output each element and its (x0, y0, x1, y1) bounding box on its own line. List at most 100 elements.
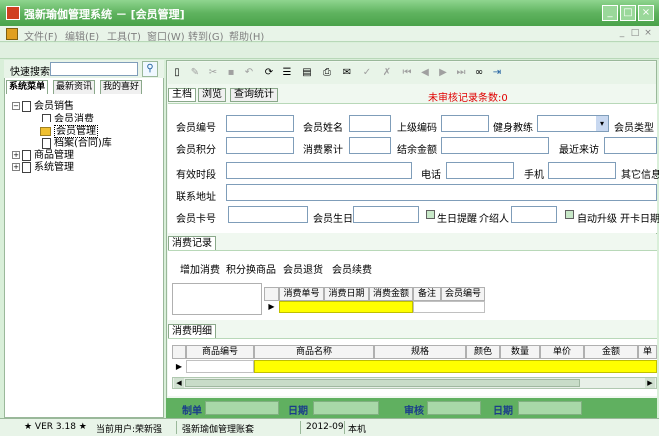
auto-upgrade-checkbox[interactable] (565, 210, 574, 219)
balance-input[interactable] (441, 137, 549, 154)
col-consume-no[interactable]: 消费单号 (279, 287, 324, 301)
col-consume-date[interactable]: 消费日期 (324, 287, 369, 301)
tab-latest-news[interactable]: 最新资讯 (53, 80, 96, 94)
export-icon[interactable]: ✉ (340, 66, 354, 80)
points-input[interactable] (226, 137, 294, 154)
maximize-button[interactable]: □ (620, 5, 636, 21)
tab-consume-detail[interactable]: 消费明细 (168, 324, 216, 338)
address-label: 联系地址 (176, 192, 216, 203)
mobile-input[interactable] (548, 162, 616, 179)
tree-node-system[interactable]: + 系统管理 (12, 158, 74, 173)
col-color[interactable]: 颜色 (466, 345, 500, 359)
tab-browse[interactable]: 浏览 (198, 88, 226, 102)
tab-consume-records[interactable]: 消费记录 (168, 236, 216, 250)
consume-row-cell-blank[interactable] (413, 301, 485, 313)
delete-icon[interactable]: ✂ (206, 66, 220, 80)
quick-search-input[interactable] (50, 62, 138, 76)
audit-icon[interactable]: ✓ (360, 66, 374, 80)
row-pointer-icon: ▶ (268, 302, 275, 311)
preview-icon[interactable]: ▤ (300, 66, 314, 80)
expand-icon[interactable]: + (12, 163, 20, 171)
mdi-restore-button[interactable]: □ (630, 28, 640, 39)
points-exchange-link[interactable]: 积分换商品 (226, 261, 276, 276)
total-spent-input[interactable] (349, 137, 391, 154)
first-record-icon[interactable]: ⏮ (400, 66, 414, 80)
col-qty[interactable]: 数量 (500, 345, 540, 359)
coach-select[interactable]: ▾ (537, 115, 609, 132)
scroll-right-icon[interactable]: ▶ (645, 378, 655, 388)
birthday-input[interactable] (353, 206, 419, 223)
menu-edit[interactable]: 编辑(E) (65, 28, 99, 43)
detail-cell-goods-no[interactable] (186, 360, 254, 373)
maker-field[interactable] (205, 401, 279, 415)
col-unit[interactable]: 单 (638, 345, 657, 359)
refresh-icon[interactable]: ⟳ (262, 66, 276, 80)
menu-goto[interactable]: 转到(G) (188, 28, 224, 43)
birthday-remind-checkbox[interactable] (426, 210, 435, 219)
upper-code-input[interactable] (441, 115, 489, 132)
print-icon[interactable]: ⎙ (320, 66, 334, 80)
member-renew-link[interactable]: 会员续费 (332, 261, 372, 276)
menu-file[interactable]: 文件(F) (24, 28, 58, 43)
menu-window[interactable]: 窗口(W) (147, 28, 185, 43)
minimize-button[interactable]: _ (602, 5, 618, 21)
list-icon[interactable]: ☰ (280, 66, 294, 80)
horizontal-scrollbar[interactable]: ◀ ▶ (172, 377, 657, 389)
card-no-input[interactable] (228, 206, 308, 223)
open-date-label: 开卡日期 (620, 214, 659, 225)
col-spec[interactable]: 规格 (374, 345, 466, 359)
referrer-input[interactable] (511, 206, 557, 223)
mdi-window-icon[interactable] (6, 28, 18, 40)
upper-code-label: 上级编码 (397, 123, 437, 134)
phone-input[interactable] (446, 162, 514, 179)
find-icon[interactable]: ∞ (472, 66, 486, 80)
undo-icon[interactable]: ↶ (242, 66, 256, 80)
other-info-label: 其它信息 (621, 170, 659, 181)
tab-favorites[interactable]: 我的喜好 (100, 80, 143, 94)
audit-field[interactable] (427, 401, 481, 415)
member-return-link[interactable]: 会员退货 (283, 261, 323, 276)
tab-query-stats[interactable]: 查询统计 (230, 88, 278, 102)
col-remark[interactable]: 备注 (413, 287, 441, 301)
mdi-minimize-button[interactable]: _ (617, 28, 627, 39)
mdi-close-button[interactable]: × (643, 28, 653, 39)
address-input[interactable] (226, 184, 657, 201)
col-consume-amount[interactable]: 消费金额 (369, 287, 413, 301)
unaudit-icon[interactable]: ✗ (380, 66, 394, 80)
coach-label: 健身教练 (493, 123, 533, 134)
member-name-input[interactable] (349, 115, 391, 132)
next-record-icon[interactable]: ▶ (436, 66, 450, 80)
auto-upgrade-label: 自动升级 (577, 214, 617, 225)
collapse-icon[interactable]: − (12, 102, 20, 110)
last-record-icon[interactable]: ⏭ (454, 66, 468, 80)
tab-system-menu[interactable]: 系统菜单 (6, 80, 49, 94)
tab-master[interactable]: 主档 (168, 88, 196, 102)
scroll-thumb[interactable] (185, 379, 580, 387)
detail-row-cell[interactable] (254, 360, 657, 373)
new-icon[interactable]: ▯ (170, 66, 184, 80)
col-goods-no[interactable]: 商品编号 (186, 345, 254, 359)
scroll-left-icon[interactable]: ◀ (174, 378, 184, 388)
status-divider (344, 421, 345, 434)
add-consume-link[interactable]: 增加消费 (180, 261, 220, 276)
edit-icon[interactable]: ✎ (188, 66, 202, 80)
valid-period-input[interactable] (226, 162, 412, 179)
col-amount[interactable]: 金额 (584, 345, 638, 359)
member-name-label: 会员姓名 (303, 123, 343, 134)
col-member-no[interactable]: 会员编号 (441, 287, 485, 301)
date2-field[interactable] (518, 401, 582, 415)
date1-field[interactable] (313, 401, 379, 415)
menu-tools[interactable]: 工具(T) (107, 28, 141, 43)
last-visit-input[interactable] (604, 137, 657, 154)
consume-row-cell[interactable] (279, 301, 413, 313)
menu-help[interactable]: 帮助(H) (229, 28, 264, 43)
member-no-input[interactable] (226, 115, 294, 132)
prev-record-icon[interactable]: ◀ (418, 66, 432, 80)
close-button[interactable]: × (638, 5, 654, 21)
col-price[interactable]: 单价 (540, 345, 584, 359)
chevron-down-icon[interactable]: ▾ (596, 116, 608, 131)
search-icon[interactable]: ⚲ (142, 61, 158, 77)
exit-icon[interactable]: ⇥ (490, 66, 504, 80)
save-icon[interactable]: ▪ (224, 66, 238, 80)
col-goods-name[interactable]: 商品名称 (254, 345, 374, 359)
